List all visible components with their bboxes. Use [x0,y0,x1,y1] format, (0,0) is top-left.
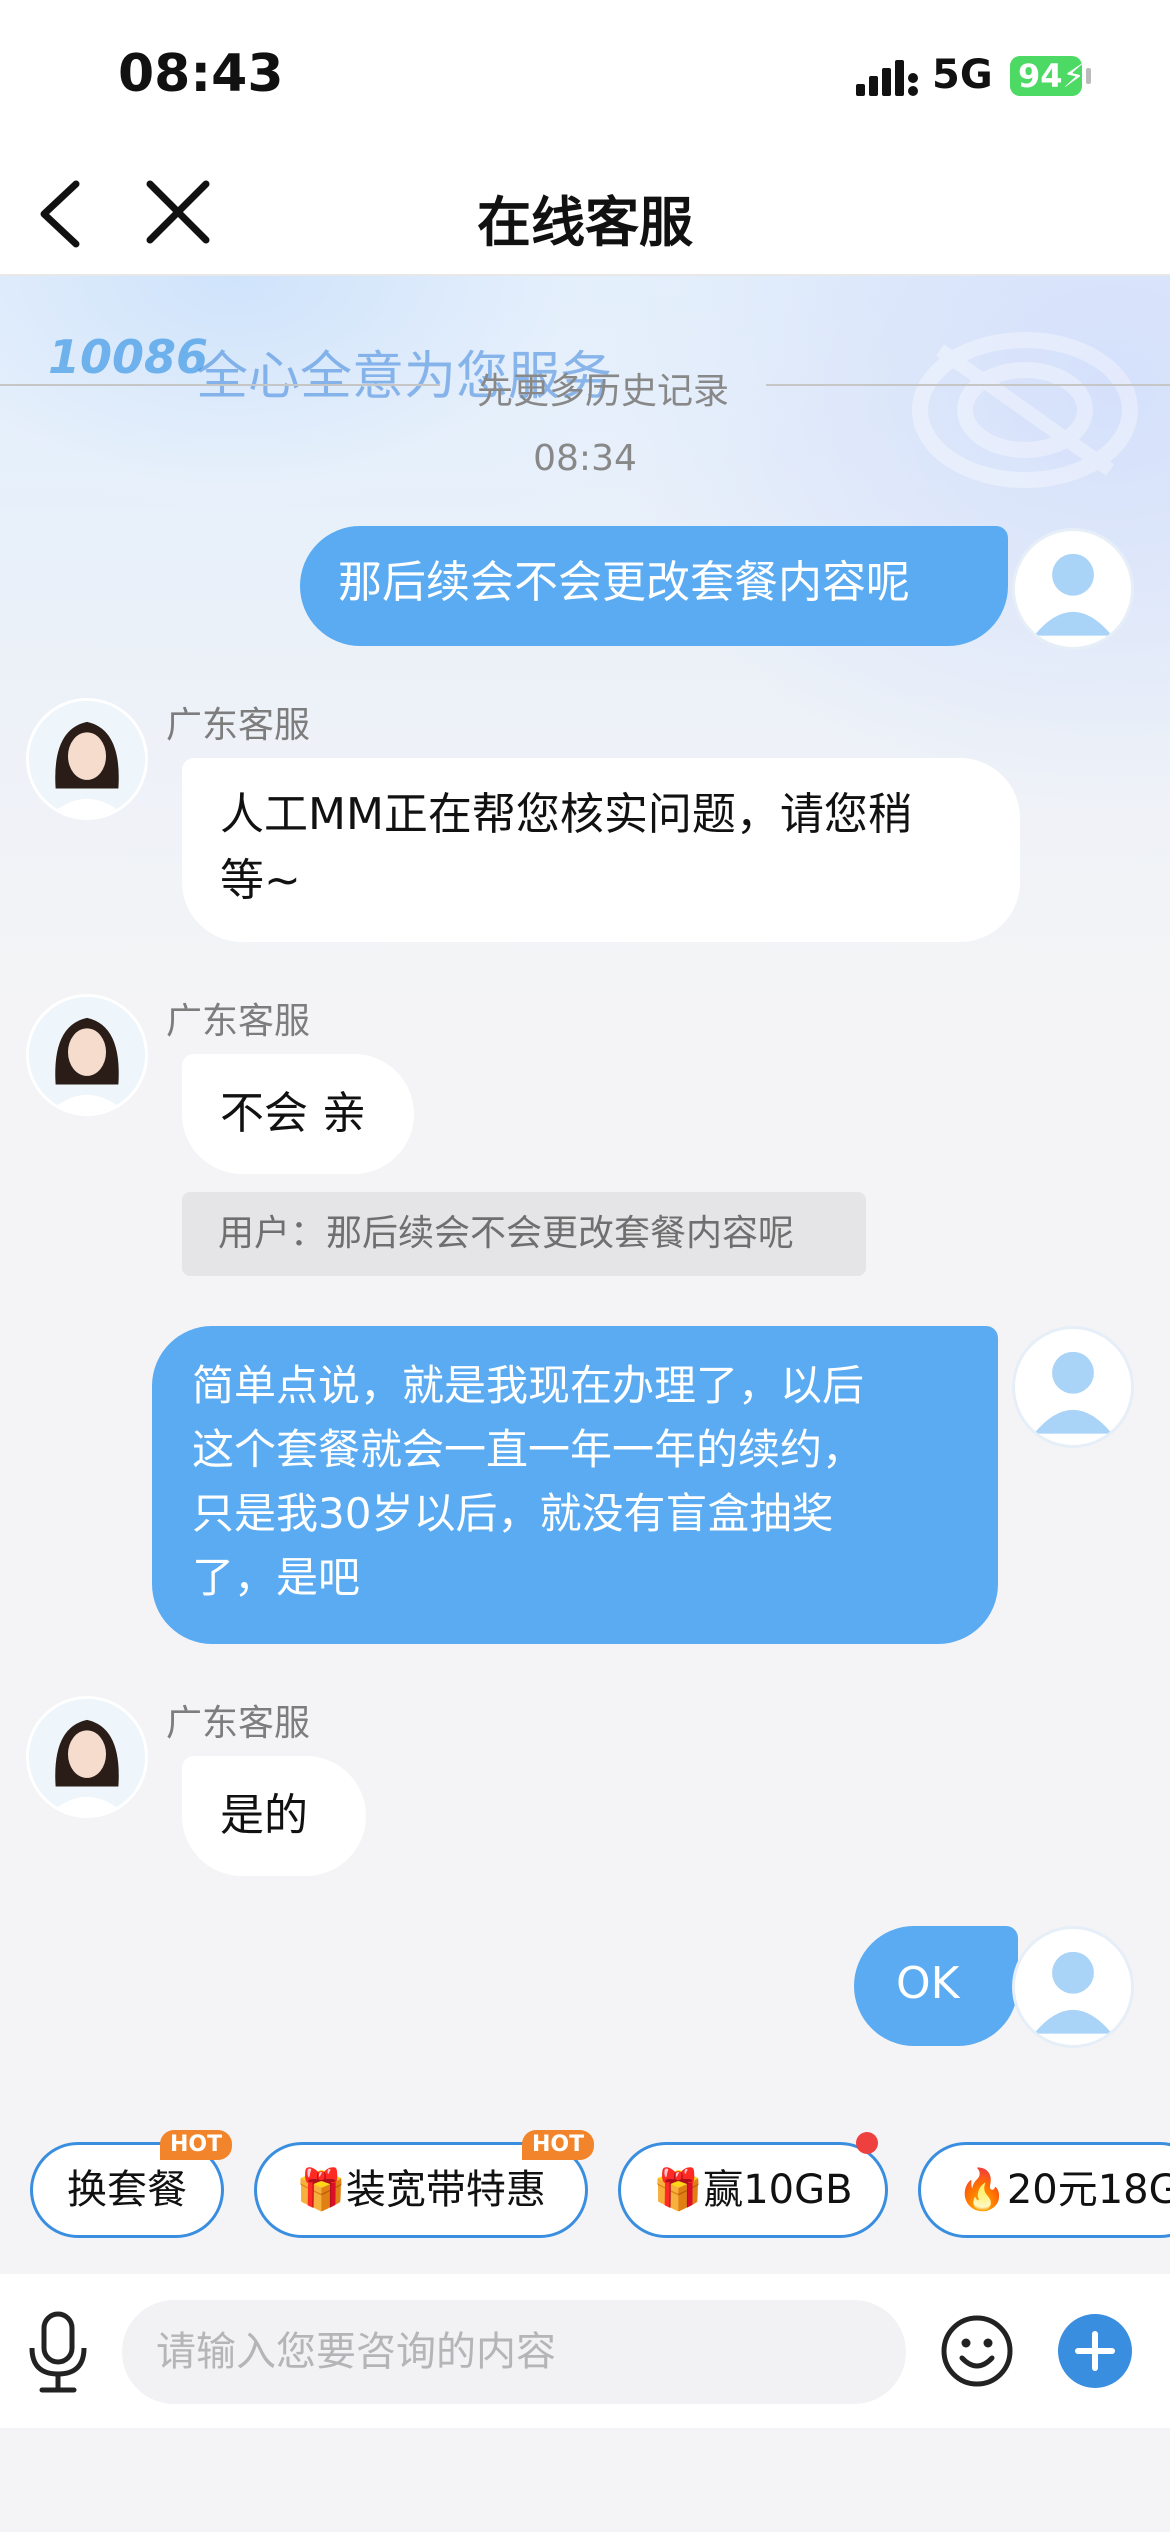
chip-label: 赢10GB [703,2167,853,2213]
quoted-message[interactable]: 用户：那后续会不会更改套餐内容呢 [182,1192,866,1276]
message-text: 不会 亲 [220,1088,366,1139]
signal-icon [856,60,918,96]
divider-left [0,384,440,386]
message-text: OK [896,1958,960,2009]
message-line: 这个套餐就会一直一年一年的续约， [192,1425,865,1474]
agent-portrait [29,1699,145,1815]
home-indicator-area [0,2428,1170,2532]
message-line: 简单点说，就是我现在办理了，以后 [192,1361,865,1410]
message-input[interactable] [122,2300,906,2404]
battery-icon: 94⚡ [1010,56,1085,96]
emoji-icon[interactable] [940,2314,1014,2388]
user-avatar [1012,528,1134,650]
notification-dot [856,2132,878,2154]
message-line: 了，是吧 [192,1553,361,1602]
plus-icon [1075,2331,1115,2371]
network-type: 5G [932,52,993,98]
quick-reply-bar: 换套餐 HOT 🎁装宽带特惠 HOT 🎁赢10GB 🔥20元18G [0,2130,1170,2250]
agent-avatar [26,698,148,820]
agent-avatar [26,994,148,1116]
battery-level: 94 [1018,57,1063,95]
agent-avatar [26,1696,148,1818]
chat-timestamp: 08:34 [533,438,637,479]
chip-label: 20元18G [1006,2167,1170,2213]
person-icon [1034,1951,1112,2034]
user-message-bubble[interactable]: OK [854,1926,1018,2046]
agent-name: 广东客服 [166,1703,311,1744]
fire-icon: 🔥 [957,2167,1007,2213]
chip-win-10gb[interactable]: 🎁赢10GB [618,2142,888,2238]
person-icon [1034,1351,1112,1434]
page-title: 在线客服 [477,191,693,254]
message-line: 等~ [220,855,301,906]
gift-icon: 🎁 [653,2167,704,2213]
gift-icon: 🎁 [296,2167,346,2213]
agent-portrait [29,701,145,817]
add-button[interactable] [1058,2314,1132,2388]
hot-badge: HOT [522,2130,595,2160]
agent-name: 广东客服 [166,1001,311,1042]
status-bar: 08:43 5G 94⚡ [0,0,1170,150]
agent-message-bubble[interactable]: 是的 [182,1756,366,1876]
microphone-icon[interactable] [26,2310,90,2394]
user-message-bubble[interactable]: 那后续会不会更改套餐内容呢 [300,526,1008,646]
user-avatar [1012,1326,1134,1448]
hot-badge: HOT [160,2130,233,2160]
message-text: 那后续会不会更改套餐内容呢 [338,557,910,608]
battery-tip [1086,68,1091,84]
agent-portrait [29,997,145,1113]
agent-message-bubble[interactable]: 人工MM正在帮您核实问题，请您稍 等~ [182,758,1020,942]
nav-bar: 在线客服 [0,150,1170,276]
user-message-bubble[interactable]: 简单点说，就是我现在办理了，以后 这个套餐就会一直一年一年的续约， 只是我30岁… [152,1326,998,1644]
agent-name: 广东客服 [166,705,311,746]
input-bar [0,2274,1170,2428]
more-history-link[interactable]: 先更多历史记录 [440,362,766,414]
message-line: 只是我30岁以后，就没有盲盒抽奖 [192,1489,834,1538]
user-avatar [1012,1926,1134,2048]
chip-label: 换套餐 [67,2167,187,2213]
status-time: 08:43 [118,44,284,104]
message-text: 是的 [220,1790,308,1841]
agent-message-bubble[interactable]: 不会 亲 [182,1054,414,1174]
brand-logo: 10086 [48,330,209,384]
person-icon [1034,553,1112,636]
chip-label: 装宽带特惠 [345,2167,546,2213]
divider-right [766,384,1170,386]
chip-20-yuan-18g[interactable]: 🔥20元18G [918,2142,1170,2238]
message-line: 人工MM正在帮您核实问题，请您稍 [220,789,912,840]
